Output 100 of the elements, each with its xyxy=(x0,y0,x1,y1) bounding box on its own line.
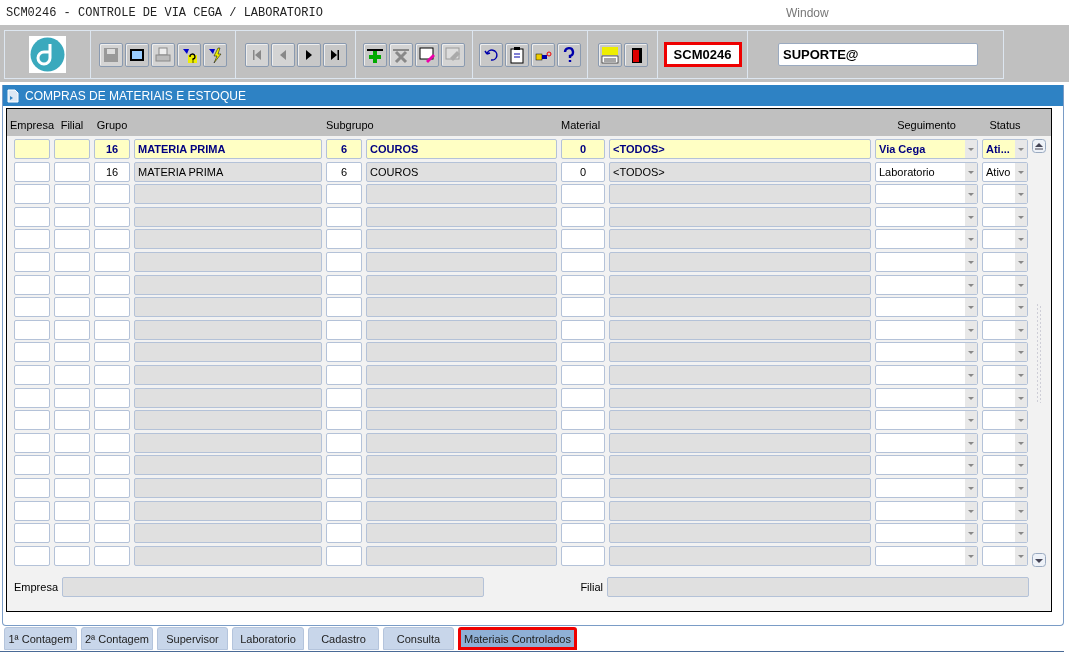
table-cell[interactable]: 16 xyxy=(94,161,130,182)
table-cell[interactable] xyxy=(54,206,90,227)
table-cell[interactable] xyxy=(14,274,50,295)
table-cell[interactable] xyxy=(561,251,605,272)
table-cell[interactable] xyxy=(134,364,322,385)
dropdown[interactable] xyxy=(982,274,1028,295)
dropdown[interactable] xyxy=(875,410,978,431)
dropdown[interactable] xyxy=(982,455,1028,476)
table-cell[interactable] xyxy=(609,477,871,498)
table-cell[interactable] xyxy=(366,545,557,566)
dropdown[interactable] xyxy=(875,477,978,498)
tab[interactable]: 1ª Contagem xyxy=(4,627,77,650)
table-cell[interactable] xyxy=(561,319,605,340)
dropdown[interactable] xyxy=(875,500,978,521)
dropdown[interactable] xyxy=(875,319,978,340)
table-cell[interactable] xyxy=(14,206,50,227)
table-cell[interactable] xyxy=(561,432,605,453)
dropdown[interactable] xyxy=(875,432,978,453)
table-cell[interactable] xyxy=(134,229,322,250)
table-cell[interactable] xyxy=(14,364,50,385)
table-cell[interactable]: 6 xyxy=(326,139,362,159)
table-cell[interactable] xyxy=(609,364,871,385)
table-cell[interactable] xyxy=(134,184,322,205)
tab[interactable]: Cadastro xyxy=(308,627,379,650)
table-cell[interactable] xyxy=(54,410,90,431)
table-cell[interactable] xyxy=(366,477,557,498)
table-cell[interactable] xyxy=(14,432,50,453)
scroll-up-icon[interactable] xyxy=(1032,139,1046,153)
table-cell[interactable] xyxy=(366,387,557,408)
table-cell[interactable] xyxy=(326,297,362,318)
table-cell[interactable] xyxy=(14,161,50,182)
dropdown[interactable] xyxy=(982,206,1028,227)
scrollbar[interactable] xyxy=(1031,139,1047,567)
table-cell[interactable] xyxy=(326,319,362,340)
dropdown[interactable] xyxy=(875,387,978,408)
table-cell[interactable] xyxy=(326,251,362,272)
dropdown[interactable]: Ati... xyxy=(982,139,1028,159)
dropdown[interactable] xyxy=(875,274,978,295)
table-cell[interactable] xyxy=(366,297,557,318)
dropdown[interactable] xyxy=(875,545,978,566)
table-cell[interactable] xyxy=(94,477,130,498)
table-cell[interactable] xyxy=(561,410,605,431)
table-cell[interactable] xyxy=(366,500,557,521)
table-cell[interactable] xyxy=(14,342,50,363)
table-cell[interactable] xyxy=(54,251,90,272)
table-cell[interactable] xyxy=(54,139,90,159)
table-cell[interactable] xyxy=(14,455,50,476)
dropdown[interactable] xyxy=(875,342,978,363)
user-field[interactable]: SUPORTE@ xyxy=(778,43,978,66)
dropdown[interactable] xyxy=(982,251,1028,272)
dropdown[interactable] xyxy=(875,455,978,476)
scroll-down-icon[interactable] xyxy=(1032,553,1046,567)
table-cell[interactable] xyxy=(366,206,557,227)
table-cell[interactable] xyxy=(609,523,871,544)
table-cell[interactable] xyxy=(326,229,362,250)
dropdown[interactable] xyxy=(982,364,1028,385)
table-cell[interactable] xyxy=(14,184,50,205)
table-cell[interactable] xyxy=(94,206,130,227)
table-cell[interactable] xyxy=(561,387,605,408)
table-cell[interactable] xyxy=(326,500,362,521)
table-cell[interactable] xyxy=(326,410,362,431)
table-cell[interactable] xyxy=(609,229,871,250)
table-cell[interactable] xyxy=(14,545,50,566)
dropdown[interactable] xyxy=(982,319,1028,340)
tab[interactable]: Materiais Controlados xyxy=(458,627,577,650)
table-cell[interactable] xyxy=(609,387,871,408)
dropdown[interactable]: Laboratorio xyxy=(875,161,978,182)
table-cell[interactable] xyxy=(609,251,871,272)
table-cell[interactable] xyxy=(366,432,557,453)
table-cell[interactable] xyxy=(14,477,50,498)
dropdown[interactable] xyxy=(875,364,978,385)
dropdown[interactable] xyxy=(982,523,1028,544)
table-cell[interactable] xyxy=(54,297,90,318)
table-cell[interactable] xyxy=(94,229,130,250)
table-cell[interactable] xyxy=(54,274,90,295)
table-cell[interactable] xyxy=(326,342,362,363)
table-cell[interactable] xyxy=(134,545,322,566)
dropdown[interactable] xyxy=(982,477,1028,498)
table-cell[interactable] xyxy=(14,319,50,340)
table-cell[interactable] xyxy=(366,523,557,544)
table-cell[interactable] xyxy=(366,342,557,363)
table-cell[interactable] xyxy=(54,161,90,182)
table-cell[interactable] xyxy=(609,206,871,227)
table-cell[interactable] xyxy=(609,319,871,340)
table-cell[interactable] xyxy=(609,342,871,363)
table-cell[interactable] xyxy=(134,432,322,453)
table-cell[interactable] xyxy=(94,523,130,544)
dropdown[interactable] xyxy=(875,251,978,272)
table-cell[interactable] xyxy=(54,523,90,544)
dropdown[interactable] xyxy=(875,206,978,227)
table-cell[interactable] xyxy=(134,477,322,498)
table-cell[interactable] xyxy=(609,274,871,295)
tab[interactable]: Consulta xyxy=(383,627,454,650)
table-cell[interactable] xyxy=(94,500,130,521)
table-cell[interactable] xyxy=(94,410,130,431)
table-cell[interactable] xyxy=(134,206,322,227)
table-cell[interactable] xyxy=(54,184,90,205)
table-cell[interactable] xyxy=(561,364,605,385)
table-cell[interactable] xyxy=(14,523,50,544)
table-cell[interactable] xyxy=(134,410,322,431)
